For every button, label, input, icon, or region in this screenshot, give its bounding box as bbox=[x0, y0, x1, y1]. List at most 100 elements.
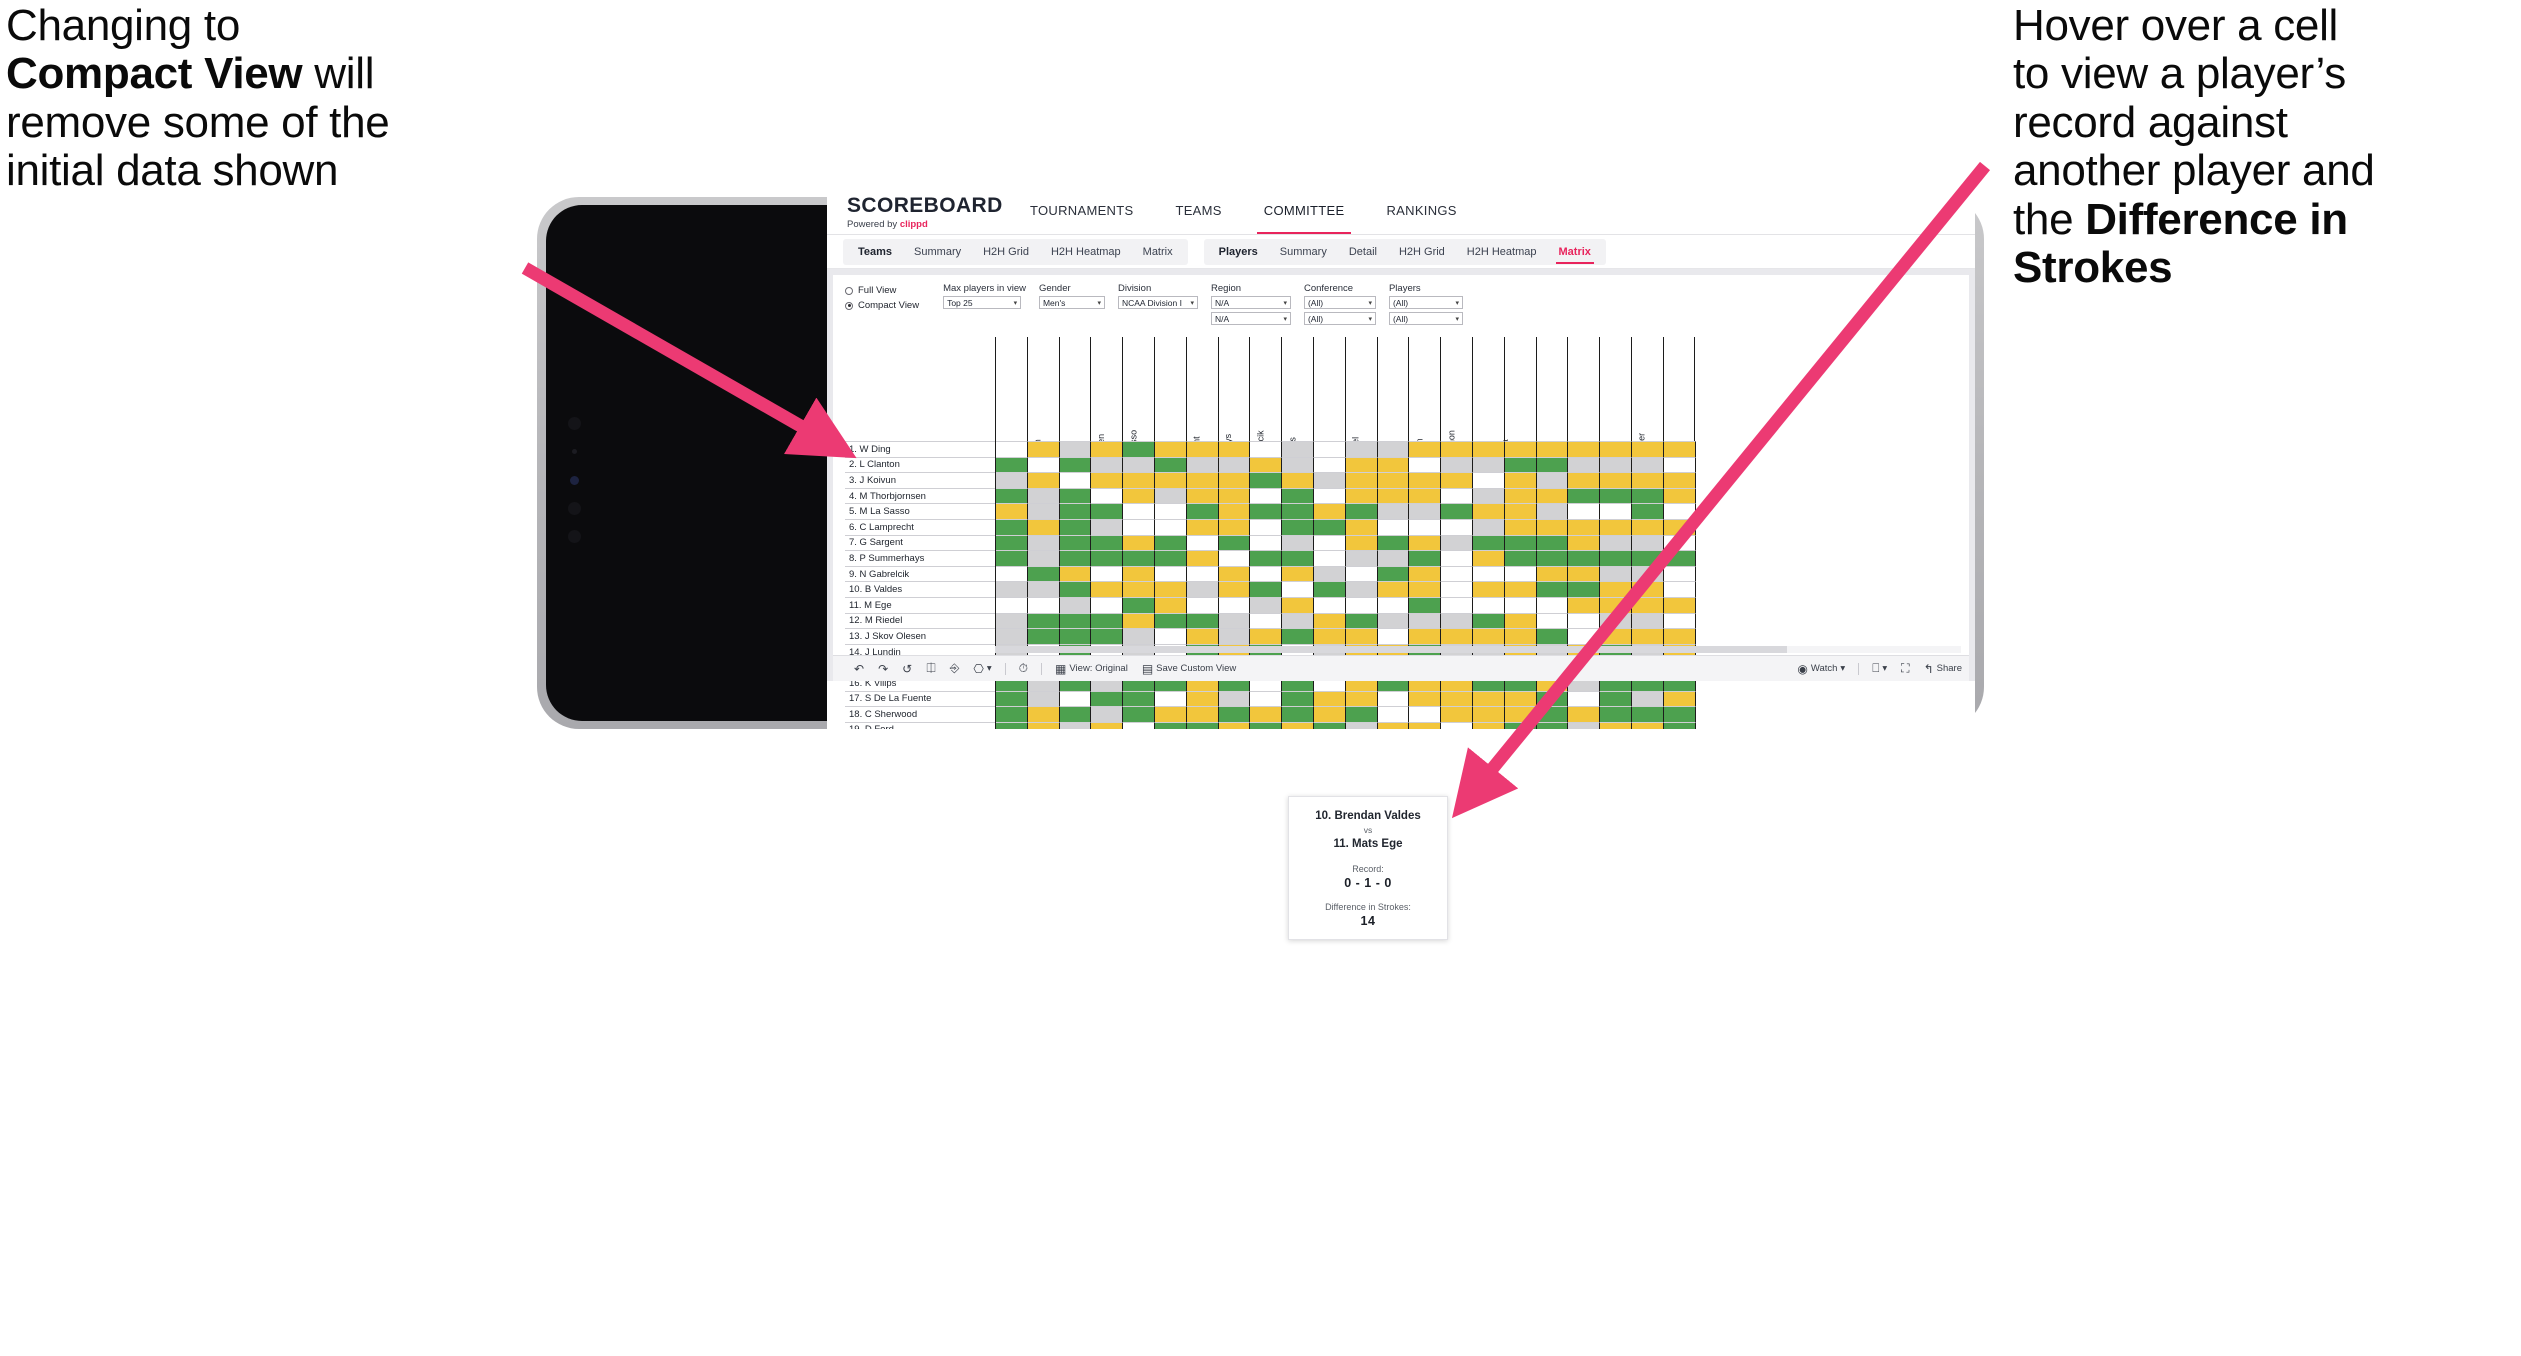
matrix-cell[interactable] bbox=[1282, 565, 1314, 582]
matrix-cell[interactable] bbox=[996, 550, 1028, 566]
alert-icon[interactable]: ⏱ bbox=[1012, 661, 1035, 676]
matrix-cell[interactable] bbox=[1631, 596, 1664, 613]
matrix-cell[interactable] bbox=[1663, 690, 1696, 707]
matrix-cell[interactable] bbox=[1600, 706, 1632, 722]
matrix-cell[interactable] bbox=[1186, 472, 1219, 488]
matrix-cell[interactable] bbox=[1313, 441, 1346, 457]
matrix-cell[interactable] bbox=[1345, 628, 1378, 644]
matrix-cell[interactable] bbox=[1059, 503, 1092, 519]
matrix-cell[interactable] bbox=[1282, 441, 1314, 457]
matrix-cell[interactable] bbox=[1568, 565, 1601, 582]
matrix-cell[interactable] bbox=[1568, 550, 1601, 566]
matrix-cell[interactable] bbox=[1218, 690, 1251, 707]
matrix-cell[interactable] bbox=[1250, 456, 1283, 473]
matrix-cell[interactable] bbox=[1345, 596, 1378, 613]
matrix-cell[interactable] bbox=[1059, 565, 1092, 582]
matrix-cell[interactable] bbox=[1409, 581, 1442, 597]
matrix-cell[interactable] bbox=[1123, 487, 1155, 504]
matrix-cell[interactable] bbox=[1345, 503, 1378, 519]
matrix-cell[interactable] bbox=[1345, 721, 1378, 729]
matrix-cell[interactable] bbox=[1377, 503, 1410, 519]
matrix-cell[interactable] bbox=[1282, 612, 1314, 629]
matrix-cell[interactable] bbox=[1441, 441, 1473, 457]
refresh-icon[interactable]: ⎅ bbox=[919, 661, 943, 676]
matrix-cell[interactable] bbox=[1154, 472, 1187, 488]
matrix-cell[interactable] bbox=[1441, 472, 1473, 488]
matrix-cell[interactable] bbox=[1600, 550, 1632, 566]
matrix-cell[interactable] bbox=[1345, 456, 1378, 473]
matrix-cell[interactable] bbox=[1536, 518, 1569, 535]
matrix-cell[interactable] bbox=[1186, 596, 1219, 613]
matrix-cell[interactable] bbox=[1218, 441, 1251, 457]
filter-select[interactable]: (All) ▾ bbox=[1388, 312, 1463, 325]
fullscreen-icon[interactable]: ⛶ bbox=[1894, 661, 1916, 676]
matrix-rows[interactable]: 1. W Ding 2. L Clanton 3. J Koivun 4. M Tho… bbox=[845, 441, 1963, 729]
subtab-teams-summary[interactable]: Summary bbox=[903, 239, 972, 265]
matrix-cell[interactable] bbox=[1536, 503, 1569, 519]
matrix-cell[interactable] bbox=[1472, 487, 1505, 504]
matrix-cell[interactable] bbox=[1536, 628, 1569, 644]
radio-full-view[interactable]: Full View bbox=[845, 285, 919, 296]
matrix-cell[interactable] bbox=[1568, 581, 1601, 597]
redo-icon[interactable]: ↷ bbox=[871, 662, 895, 676]
matrix-cell[interactable] bbox=[1568, 534, 1601, 551]
matrix-cell[interactable] bbox=[1472, 706, 1505, 722]
subtab-teams-teams[interactable]: Teams bbox=[847, 239, 903, 265]
matrix-cell[interactable] bbox=[1282, 550, 1314, 566]
matrix-cell[interactable] bbox=[1218, 487, 1251, 504]
matrix-cell[interactable] bbox=[1123, 441, 1155, 457]
matrix-cell[interactable] bbox=[1250, 550, 1283, 566]
matrix-cell[interactable] bbox=[1631, 534, 1664, 551]
topnav-item-teams[interactable]: TEAMS bbox=[1154, 187, 1242, 234]
matrix-cell[interactable] bbox=[1409, 472, 1442, 488]
matrix-cell[interactable] bbox=[1250, 565, 1283, 582]
matrix-cell[interactable] bbox=[1600, 456, 1632, 473]
matrix-cell[interactable] bbox=[1504, 441, 1537, 457]
matrix-cell[interactable] bbox=[1027, 534, 1060, 551]
matrix-cell[interactable] bbox=[1472, 690, 1505, 707]
matrix-cell[interactable] bbox=[1377, 628, 1410, 644]
radio-compact-view-icon[interactable] bbox=[845, 301, 853, 310]
matrix-cell[interactable] bbox=[1313, 518, 1346, 535]
topnav-item-tournaments[interactable]: TOURNAMENTS bbox=[1009, 187, 1154, 234]
subtab-teams-h2h-grid[interactable]: H2H Grid bbox=[972, 239, 1040, 265]
matrix-cell[interactable] bbox=[1313, 612, 1346, 629]
matrix-cell[interactable] bbox=[996, 596, 1028, 613]
view-original-button[interactable]: ▦ View: Original bbox=[1048, 662, 1135, 676]
matrix-cell[interactable] bbox=[1154, 628, 1187, 644]
filter-select[interactable]: (All) ▾ bbox=[1303, 296, 1376, 309]
matrix-cell[interactable] bbox=[1091, 596, 1124, 613]
matrix-cell[interactable] bbox=[1377, 550, 1410, 566]
matrix-cell[interactable] bbox=[1472, 534, 1505, 551]
subtab-teams-matrix[interactable]: Matrix bbox=[1132, 239, 1184, 265]
matrix-cell[interactable] bbox=[1154, 534, 1187, 551]
matrix-cell[interactable] bbox=[1313, 503, 1346, 519]
filter-select[interactable]: Top 25 ▾ bbox=[943, 296, 1022, 309]
matrix-cell[interactable] bbox=[1123, 472, 1155, 488]
matrix-cell[interactable] bbox=[1663, 518, 1696, 535]
matrix-cell[interactable] bbox=[1504, 487, 1537, 504]
matrix-cell[interactable] bbox=[1631, 441, 1664, 457]
matrix-cell[interactable] bbox=[1123, 503, 1155, 519]
matrix-cell[interactable] bbox=[1059, 596, 1092, 613]
matrix-cell[interactable] bbox=[1123, 690, 1155, 707]
matrix-cell[interactable] bbox=[1282, 503, 1314, 519]
matrix-cell[interactable] bbox=[1504, 550, 1537, 566]
matrix-cell[interactable] bbox=[1218, 565, 1251, 582]
matrix-cell[interactable] bbox=[1504, 565, 1537, 582]
matrix-cell[interactable] bbox=[1663, 565, 1696, 582]
matrix-cell[interactable] bbox=[1409, 565, 1442, 582]
matrix-cell[interactable] bbox=[1472, 518, 1505, 535]
matrix-cell[interactable] bbox=[1568, 690, 1601, 707]
matrix-cell[interactable] bbox=[1600, 441, 1632, 457]
matrix-cell[interactable] bbox=[996, 706, 1028, 722]
matrix-cell[interactable] bbox=[1441, 596, 1473, 613]
save-custom-view-button[interactable]: ▤ Save Custom View bbox=[1135, 662, 1243, 676]
matrix-cell[interactable] bbox=[996, 690, 1028, 707]
matrix-cell[interactable] bbox=[1536, 596, 1569, 613]
matrix-cell[interactable] bbox=[1186, 706, 1219, 722]
matrix-cell[interactable] bbox=[1313, 690, 1346, 707]
matrix-cell[interactable] bbox=[1250, 534, 1283, 551]
subtab-players-h2h-grid[interactable]: H2H Grid bbox=[1388, 239, 1456, 265]
matrix-cell[interactable] bbox=[1631, 550, 1664, 566]
